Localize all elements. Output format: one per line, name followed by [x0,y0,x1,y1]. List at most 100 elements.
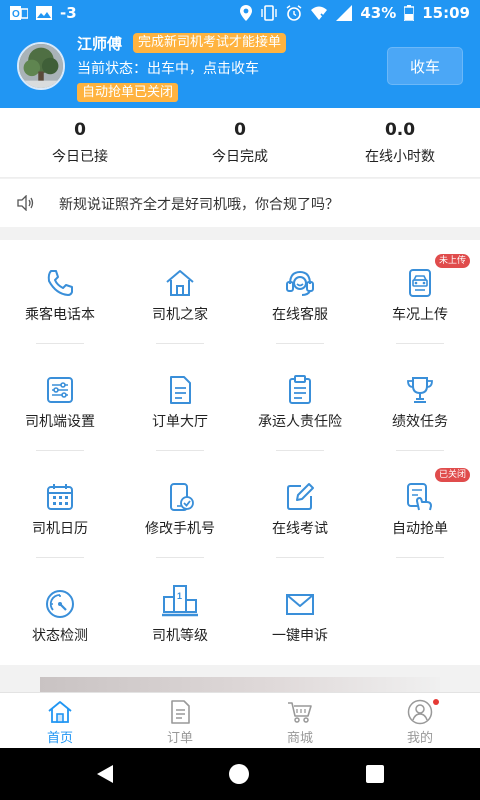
divider [276,557,324,558]
grid-item-driver-calendar[interactable]: 司机日历 [0,454,120,561]
grid-item-label: 一键申诉 [272,628,328,644]
divider [276,450,324,451]
notification-dot [433,699,439,705]
order-icon [167,699,193,725]
svg-text:1: 1 [177,591,182,601]
stat-label: 在线小时数 [365,148,435,165]
edit-icon [284,481,316,513]
grid-item-label: 状态检测 [32,628,88,644]
status-badge: 未上传 [434,254,470,268]
grid-item-order-hall[interactable]: 订单大厅 [120,347,240,454]
mail-icon [284,588,316,620]
status-bar: O -3 43% 15:09 [0,0,480,26]
stat-label: 今日已接 [52,148,108,165]
back-icon[interactable] [96,764,114,788]
grid-item-vehicle-upload[interactable]: 未上传 车况上传 [360,240,480,347]
grid-item-passenger-phonebook[interactable]: 乘客电话本 [0,240,120,347]
grid-item-status-check[interactable]: 状态检测 [0,561,120,668]
grid-item-label: 在线客服 [272,307,328,323]
grid-item-label: 乘客电话本 [25,307,95,323]
cart-icon [287,699,313,725]
image-icon [36,6,52,20]
divider [276,343,324,344]
grid-item-performance-tasks[interactable]: 绩效任务 [360,347,480,454]
tab-home[interactable]: 首页 [0,693,120,748]
notice-text: 新规说证照齐全才是好司机哦，你合规了吗？ [59,197,339,213]
stat-value: 0 [234,119,246,140]
driver-header: 江师傅 完成新司机考试才能接单 当前状态：出车中，点击收车 自动抢单已关闭 收车 [0,26,480,108]
grid-item-online-exam[interactable]: 在线考试 [240,454,360,561]
calendar-icon [44,481,76,513]
tab-label: 首页 [46,731,73,746]
grid-item-label: 自动抢单 [392,521,448,537]
podium-icon: 1 [162,585,198,620]
tab-orders[interactable]: 订单 [120,693,240,748]
stat-value: 0.0 [384,119,416,140]
outlook-icon: O [10,5,28,21]
trophy-icon [404,374,436,406]
tab-label: 商城 [286,731,313,746]
document-icon [164,374,196,406]
grid-item-change-phone[interactable]: 修改手机号 [120,454,240,561]
grid-item-driver-level[interactable]: 1 司机等级 [120,561,240,668]
svg-text:O: O [12,9,20,20]
sliders-icon [44,374,76,406]
driver-state-text[interactable]: 当前状态：出车中，点击收车 [77,58,259,78]
tab-mall[interactable]: 商城 [240,693,360,748]
divider [156,450,204,451]
home-button-icon[interactable] [229,764,249,784]
notice-bar[interactable]: 新规说证照齐全才是好司机哦，你合规了吗？ [0,179,480,227]
clipboard-icon [284,374,316,406]
grid-item-label: 绩效任务 [392,414,448,430]
grid-item-driver-home[interactable]: 司机之家 [120,240,240,347]
notification-count: -3 [60,4,77,22]
stat-label: 今日完成 [212,148,268,165]
grid-item-label: 司机之家 [152,307,208,323]
driver-name: 江师傅 [77,35,123,53]
phone-check-icon [164,481,196,513]
auto-grab-status-badge: 自动抢单已关闭 [77,83,179,102]
home-icon [164,267,196,299]
tap-icon [404,481,436,513]
grid-item-label: 车况上传 [392,307,448,323]
promo-banner[interactable] [40,677,440,692]
grid-item-driver-settings[interactable]: 司机端设置 [0,347,120,454]
battery-icon [404,5,415,21]
home-icon [47,699,73,725]
stat-completed: 0 今日完成 [160,108,320,177]
grid-item-auto-grab[interactable]: 已关闭 自动抢单 [360,454,480,561]
system-nav-bar [0,748,480,800]
battery-level: 43% [360,4,397,22]
vibrate-icon [260,5,278,21]
tab-label: 订单 [166,731,193,746]
grid-item-carrier-insurance[interactable]: 承运人责任险 [240,347,360,454]
tab-mine[interactable]: 我的 [360,693,480,748]
divider [396,450,444,451]
grid-item-online-support[interactable]: 在线客服 [240,240,360,347]
divider [156,557,204,558]
phone-icon [44,267,76,299]
wifi-off-icon [310,5,328,21]
grid-item-label: 司机日历 [32,521,88,537]
finish-shift-button[interactable]: 收车 [387,47,463,85]
recent-apps-icon[interactable] [366,765,384,783]
grid-item-label: 订单大厅 [152,414,208,430]
grid-item-label: 承运人责任险 [258,414,342,430]
stat-online-hours: 0.0 在线小时数 [320,108,480,177]
user-icon [407,699,433,725]
exam-hint-badge: 完成新司机考试才能接单 [133,33,287,53]
divider [156,343,204,344]
daily-stats: 0 今日已接 0 今日完成 0.0 在线小时数 [0,108,480,178]
car-icon [404,267,436,299]
avatar[interactable] [17,42,65,90]
divider [396,557,444,558]
stat-value: 0 [74,119,86,140]
grid-item-label: 司机端设置 [25,414,95,430]
grid-item-one-click-appeal[interactable]: 一键申诉 [240,561,360,668]
grid-item-label: 修改手机号 [145,521,215,537]
clock: 15:09 [422,4,470,22]
divider [36,343,84,344]
bottom-tab-bar: 首页 订单 商城 我的 [0,692,480,748]
headset-icon [284,267,316,299]
divider [36,557,84,558]
